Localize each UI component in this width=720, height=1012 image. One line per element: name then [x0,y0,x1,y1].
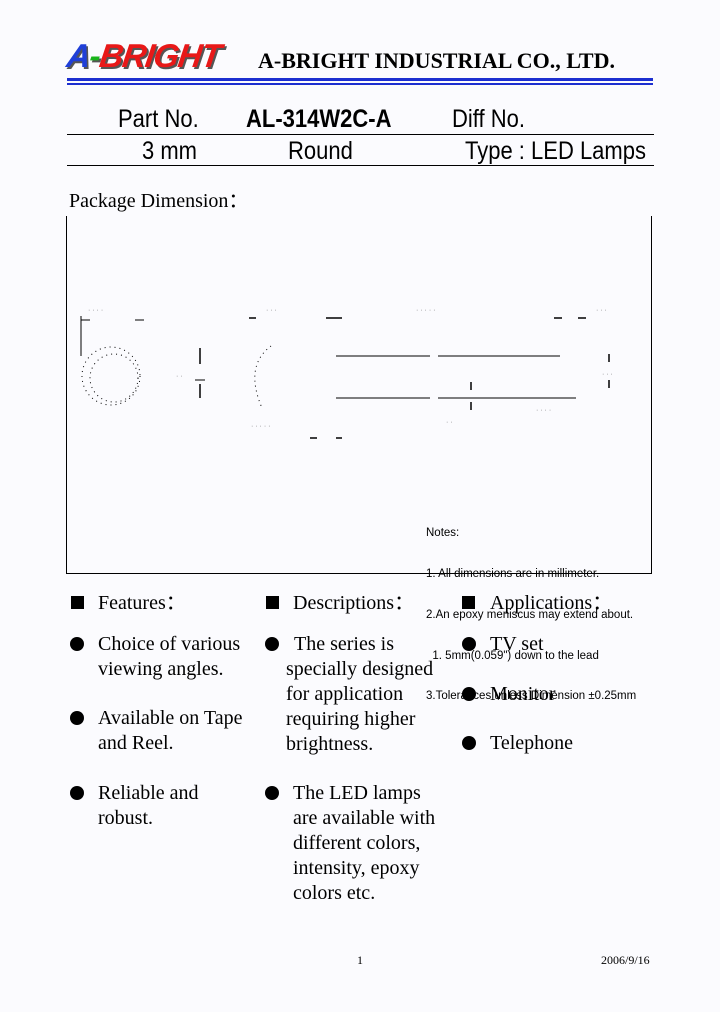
drawing-dim-label: · · · · [88,307,103,314]
info-divider-2 [67,165,654,166]
applications-heading: Applications： [490,592,613,614]
feature-item: Reliable and robust. [98,782,199,829]
features-heading: Features： [98,592,186,614]
bullet-dot-icon [462,687,476,701]
drawing-top-view-inner [89,353,139,403]
logo-word-bright: BRIGHT [97,37,224,74]
description-item: The LED lamps are available with differe… [293,782,436,904]
size-value: 3 mm [142,137,197,165]
drawing-side-view-dome [254,345,272,409]
description-item: The series is specially designed for app… [286,633,434,755]
drawing-dim-label: · · [176,373,183,380]
features-bullet-square [71,596,84,614]
bullet-dot-icon [265,786,279,800]
type-value: Type : LED Lamps [465,137,646,165]
descriptions-heading: Descriptions： [293,592,415,614]
part-no-label: Part No. [118,105,199,133]
drawing-top-view-circle [81,346,141,406]
part-no-value: AL-314W2C-A [246,105,392,133]
document-date: 2006/9/16 [601,953,650,967]
notes-line: 1. All dimensions are in millimeter. [426,567,600,580]
drawing-dim-label: · · [446,419,453,426]
page-number: 1 [357,953,363,967]
header-rule-bottom [67,83,653,85]
company-name: A-BRIGHT INDUSTRIAL CO., LTD. [258,48,615,73]
descriptions-bullet-square [266,596,279,614]
header-rule-top [67,78,653,81]
drawing-dim-label: · · · · · [251,423,270,430]
bullet-dot-icon [265,637,279,651]
feature-item: Choice of various viewing angles. [98,633,241,680]
notes-line: Notes: [426,527,460,540]
bullet-dot-icon [462,736,476,750]
bullet-dot-icon [70,637,84,651]
drawing-dim-label: · · · [266,307,277,314]
diff-no-label: Diff No. [452,105,525,133]
drawing-dim-label: · · · · · [416,307,435,314]
company-logo: A-BRIGHT [64,37,224,74]
application-item: TV set [490,633,544,655]
drawing-dim-label: · · · [596,307,607,314]
bullet-dot-icon [70,786,84,800]
drawing-dim-label: · · · [602,371,613,378]
bullet-dot-icon [70,711,84,725]
drawing-dim-label: · · · · [536,407,551,414]
bullet-dot-icon [462,637,476,651]
applications-bullet-square [462,596,475,614]
package-dimension-title: Package Dimension： [69,190,249,212]
application-item: Telephone [490,732,574,754]
shape-value: Round [288,137,353,165]
info-divider-1 [67,134,654,135]
feature-item: Available on Tape and Reel. [98,707,243,754]
application-item: Monitor [490,683,556,705]
package-drawing: · · · · · · · · · · · · · · · · · · · · … [80,307,613,439]
